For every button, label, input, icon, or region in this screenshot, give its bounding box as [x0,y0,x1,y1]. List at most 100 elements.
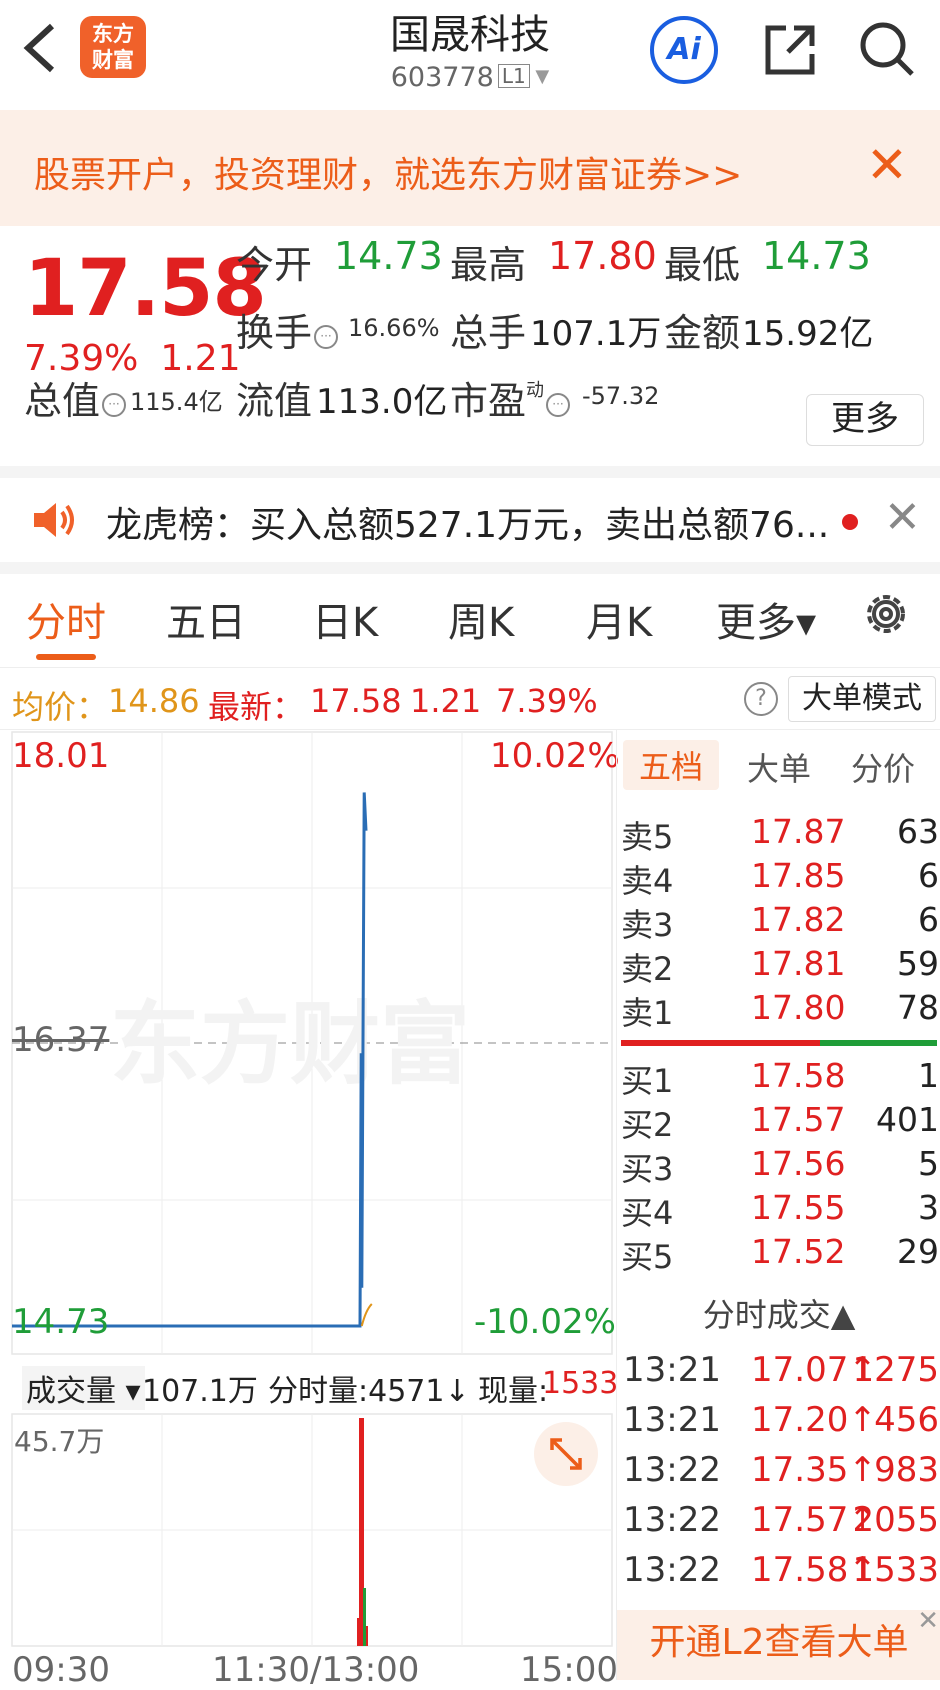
promo-text[interactable]: 股票开户，投资理财，就选东方财富证券>> [34,146,742,198]
bid-row: 买5 17.52 29 [621,1232,939,1276]
high-label: 最高 [450,243,527,287]
dropdown-icon: ▼ [529,66,550,87]
y-axis-mid: 16.37 [12,1020,110,1060]
float-value: 113.0亿 [316,382,448,422]
share-icon[interactable] [760,20,820,80]
float-label: 流值 [236,379,313,423]
trade-row: 13:22 17.57↑ 2055 [623,1500,939,1540]
close-icon[interactable]: ✕ [917,1608,939,1634]
intraday-chart[interactable]: 东方财富 18.01 16.37 14.73 10.02% -10.02% 成交… [0,730,620,1690]
volume-selector[interactable]: 成交量 ▾ [22,1366,145,1410]
back-button[interactable] [18,18,68,78]
latest-change: 1.21 [410,682,482,720]
more-quote-button[interactable]: 更多 [806,394,924,446]
tab-five-levels[interactable]: 五档 [623,740,720,790]
tab-big-orders[interactable]: 大单 [747,744,811,790]
expand-icon[interactable] [534,1422,598,1486]
info-icon[interactable]: ··· [102,393,127,417]
trades-header[interactable]: 分时成交▲ [617,1290,940,1336]
latest-value: 17.58 [310,682,402,720]
y-axis-bottom: 14.73 [12,1302,110,1342]
trade-row: 13:21 17.07↑ 1275 [623,1350,939,1390]
tab-monthly-k[interactable]: 月K [586,590,652,648]
top-bar: 东方 财富 国晟科技 603778 L1 ▼ Ai [0,0,940,110]
trade-row: 13:22 17.58↑ 1533 [623,1550,939,1590]
volume-bar [366,1626,368,1646]
tab-daily-k[interactable]: 日K [312,590,378,648]
buy-sell-ratio-bar [621,1040,937,1046]
volume-total: 107.1万 [142,1374,258,1409]
info-icon[interactable]: ··· [314,325,339,349]
ask-row: 卖5 17.87 63 [621,812,939,856]
chevron-left-icon [23,23,55,73]
volume-tick: 分时量:4571↓ [268,1374,470,1409]
chart-tabs: 分时 五日 日K 周K 月K 更多▾ [0,574,940,668]
tab-more[interactable]: 更多▾ [716,590,816,648]
volume-bars [357,1418,368,1646]
watermark: 东方财富 [110,992,470,1097]
gear-icon[interactable] [860,588,912,640]
tab-five-day[interactable]: 五日 [166,590,246,648]
ask-row: 卖2 17.81 59 [621,944,939,988]
app-logo[interactable]: 东方 财富 [80,16,146,78]
ask-row: 卖1 17.80 78 [621,988,939,1032]
level-badge: L1 [497,64,530,88]
info-icon[interactable]: ··· [546,393,571,417]
trade-row: 13:21 17.20↑ 456 [623,1400,939,1440]
close-icon[interactable]: ✕ [866,140,908,190]
low-label: 最低 [664,243,741,287]
turnover-value: 16.66% [348,314,440,342]
search-icon[interactable] [856,18,918,80]
trade-row: 13:22 17.35↑ 983 [623,1450,939,1490]
promo-banner[interactable]: 股票开户，投资理财，就选东方财富证券>> ✕ [0,110,940,226]
expand-arrows-icon [550,1438,582,1470]
pe-value: -57.32 [582,382,660,410]
stock-name: 国晟科技 [390,12,550,58]
order-book: 五档 大单 分价 卖5 17.87 63 卖4 17.85 6 卖3 17.82 6 卖2 1… [616,730,940,1680]
notice-text[interactable]: 龙虎榜：买入总额527.1万元，卖出总额76... [106,496,836,548]
pct-axis-top: 10.02% [490,736,620,776]
high-value: 17.80 [548,234,657,278]
speaker-icon [34,503,74,537]
amount-value: 15.92亿 [742,314,874,354]
divider [0,562,940,574]
tab-timeshare[interactable]: 分时 [26,590,106,648]
mcap-value: 115.4亿 [130,388,223,416]
x-axis-mid: 11:30/13:00 [212,1650,420,1690]
volume-bar [357,1618,360,1646]
tab-weekly-k[interactable]: 周K [448,590,514,648]
dragon-tiger-notice[interactable]: 龙虎榜：买入总额527.1万元，卖出总额76... ✕ [0,478,940,562]
divider [0,466,940,478]
book-tabs: 五档 大单 分价 [617,734,940,794]
bid-row: 买4 17.55 3 [621,1188,939,1232]
help-icon[interactable]: ? [744,682,778,716]
volume-max: 45.7万 [14,1425,105,1458]
last-price: 17.58 [24,244,267,334]
ai-assistant-icon[interactable]: Ai [650,16,718,84]
mcap-label[interactable]: 总值 ··· [24,370,127,425]
avg-price-line [360,1303,373,1327]
bid-row: 买3 17.56 5 [621,1144,939,1188]
bid-row: 买1 17.58 1 [621,1056,939,1100]
close-icon[interactable]: ✕ [884,496,921,540]
avg-value: 14.86 [108,682,200,720]
low-value: 14.73 [762,234,871,278]
tab-price-dist[interactable]: 分价 [851,744,915,790]
chart-svg: 东方财富 [11,731,613,1647]
l2-upgrade-button[interactable]: 开通L2查看大单 ✕ [617,1608,940,1680]
unread-dot [842,514,858,530]
volume-now-label: 现量: [478,1374,549,1409]
avg-price-row: 均价： 14.86 最新： 17.58 1.21 7.39% ? 大单模式 [0,670,940,730]
turnover-label[interactable]: 换手 ··· [236,302,339,357]
bid-row: 买2 17.57 401 [621,1100,939,1144]
pct-axis-bottom: -10.02% [474,1302,616,1342]
volume-value: 107.1万 [530,314,662,354]
big-order-mode-button[interactable]: 大单模式 [788,676,936,722]
ask-row: 卖3 17.82 6 [621,900,939,944]
volume-info-row: 成交量 ▾ 107.1万 分时量:4571↓ 现量: 1533 [12,1356,618,1414]
pe-label[interactable]: 市盈动··· [450,370,571,425]
volume-bar [363,1588,366,1646]
latest-label: 最新： [208,688,305,726]
quote-panel: 17.58 7.39% 1.21 今开 14.73 最高 17.80 最低 14.… [0,226,940,466]
stock-code[interactable]: 603778 L1 ▼ [300,62,640,93]
